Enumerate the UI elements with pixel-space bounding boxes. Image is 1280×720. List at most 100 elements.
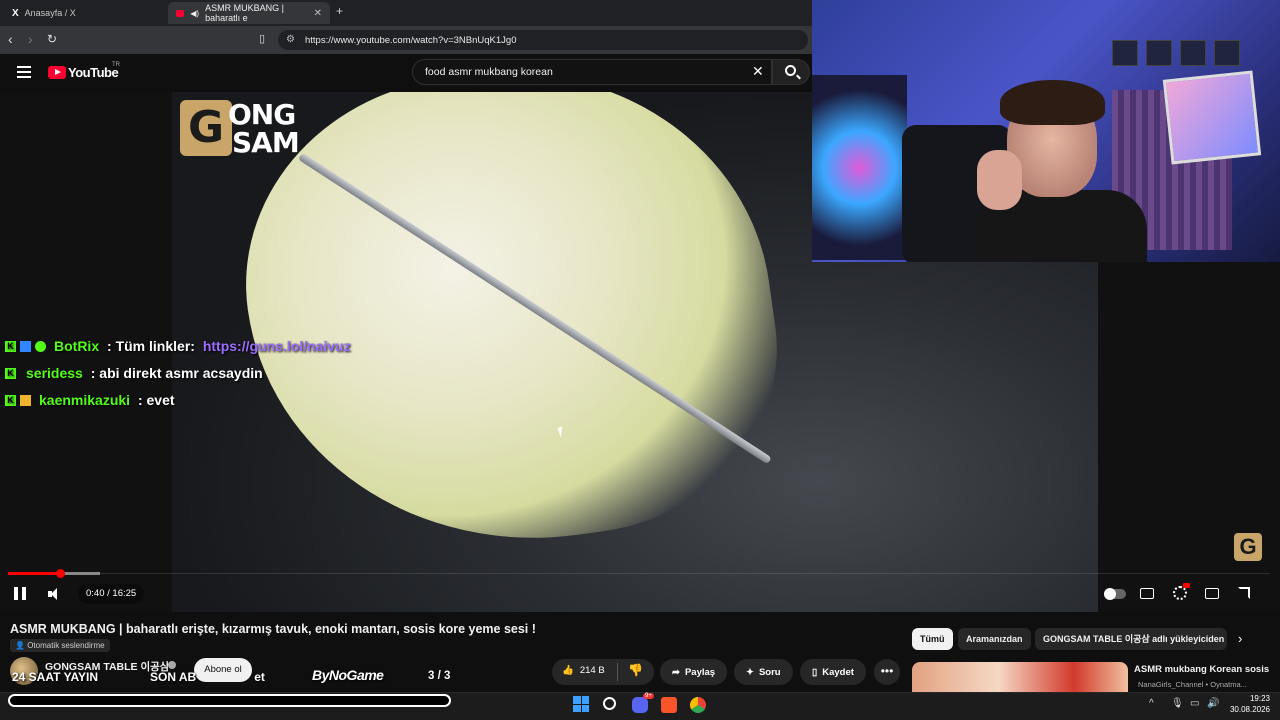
- hd-badge-icon: [1183, 583, 1190, 588]
- volume-icon[interactable]: [48, 588, 60, 600]
- banner-last-text: SON AB: [150, 670, 197, 684]
- miniplayer-icon[interactable]: [1205, 588, 1219, 599]
- crown-badge-icon: [20, 394, 31, 406]
- neon-poster: [812, 75, 907, 260]
- search-button[interactable]: [772, 59, 810, 85]
- url-field[interactable]: https://www.youtube.com/watch?v=3NBnUqK1…: [278, 30, 808, 50]
- chat-text: abi direkt asmr acsaydin: [99, 365, 263, 381]
- bot-badge-icon: [20, 340, 31, 352]
- auto-dub-label: 👤 Otomatik seslendirme: [10, 639, 110, 652]
- kick-icon: K: [5, 367, 16, 379]
- pause-icon[interactable]: [14, 587, 26, 600]
- thumbs-up-icon: 👍: [562, 665, 574, 676]
- bookmark-save-icon: ▯: [812, 666, 818, 678]
- like-count: 214 B: [579, 665, 605, 676]
- chat-username: kaenmikazuki: [39, 392, 131, 408]
- save-button[interactable]: ▯ Kaydet: [800, 659, 866, 685]
- gongsam-logo-bottom: SAM: [232, 126, 300, 159]
- youtube-logo-text[interactable]: YouTube: [68, 65, 119, 80]
- tab-x[interactable]: X Anasayfa / X: [4, 2, 166, 24]
- streamer-hair: [1000, 80, 1105, 125]
- tab-label: ASMR MUKBANG | baharatlı e: [205, 3, 284, 23]
- related-title[interactable]: ASMR mukbang Korean sosis: [1134, 664, 1269, 675]
- close-icon[interactable]: ✕: [314, 8, 322, 19]
- ask-label: Soru: [758, 666, 781, 678]
- anime-frame: [1162, 70, 1262, 165]
- sparkle-icon: ✦: [746, 666, 754, 678]
- chevron-right-icon[interactable]: ›: [1238, 631, 1242, 646]
- banner-last-tail: et: [254, 670, 265, 684]
- taskbar-search-icon[interactable]: [603, 697, 616, 710]
- chip-all[interactable]: Tümü: [912, 628, 953, 650]
- save-label: Kaydet: [822, 666, 854, 678]
- reload-icon[interactable]: ↻: [47, 32, 57, 46]
- verified-icon: [168, 661, 176, 669]
- chip-from-search[interactable]: Aramanızdan: [958, 628, 1031, 650]
- progress-played[interactable]: [8, 572, 60, 575]
- speaker-icon: ◀): [190, 8, 200, 18]
- speaker-tray-icon[interactable]: 🔊: [1207, 698, 1219, 709]
- webcam-overlay: [812, 0, 1280, 262]
- chat-text: Tüm linkler:: [115, 338, 199, 354]
- forward-icon[interactable]: ›: [28, 31, 33, 47]
- gongsam-logo-g: G: [180, 100, 232, 156]
- microphone-icon[interactable]: 🎙: [1171, 698, 1184, 709]
- subtitles-icon[interactable]: [1140, 588, 1154, 599]
- fullscreen-icon[interactable]: [1238, 587, 1250, 599]
- kick-icon: K: [5, 340, 16, 352]
- channel-watermark[interactable]: G: [1234, 533, 1262, 561]
- clock-date[interactable]: 30.08.2026: [1226, 705, 1270, 714]
- progress-bar-track[interactable]: [100, 573, 1270, 574]
- ask-button[interactable]: ✦ Soru: [734, 659, 793, 685]
- new-tab-button[interactable]: +: [336, 4, 343, 18]
- progress-scrubber[interactable]: [56, 569, 65, 578]
- chrome-icon[interactable]: [690, 697, 706, 713]
- chat-separator: :: [86, 365, 100, 381]
- share-label: Paylaş: [684, 666, 716, 678]
- display-icon[interactable]: ▭: [1190, 698, 1199, 709]
- chevron-up-icon[interactable]: ^: [1149, 698, 1154, 709]
- search-input[interactable]: food asmr mukbang korean: [412, 59, 772, 85]
- shelf: [1112, 40, 1272, 72]
- discord-badge: 9+: [643, 693, 654, 699]
- windows-start-icon[interactable]: [573, 696, 589, 712]
- chat-separator: :: [134, 392, 147, 408]
- chat-message: K seridess : abi direkt asmr acsaydin: [5, 365, 263, 381]
- menu-icon[interactable]: [17, 66, 31, 78]
- chat-message: K kaenmikazuki : evet: [5, 392, 175, 408]
- share-button[interactable]: ➦ Paylaş: [660, 659, 728, 685]
- like-button[interactable]: 👍 214 B: [562, 665, 605, 676]
- clear-search-icon[interactable]: ✕: [752, 63, 764, 80]
- related-thumbnail[interactable]: [912, 662, 1128, 696]
- search-icon: [785, 65, 796, 76]
- tab-youtube[interactable]: ◀) ASMR MUKBANG | baharatlı e ✕: [168, 2, 330, 24]
- dub-icon: 👤: [15, 641, 25, 650]
- brave-icon[interactable]: [661, 697, 677, 713]
- tab-label: Anasayfa / X: [24, 8, 76, 18]
- stream-banner-last: SON AB et: [150, 670, 265, 684]
- kick-icon: K: [5, 394, 16, 406]
- chat-username: BotRix: [54, 338, 100, 354]
- overlay-progress-bar: [8, 694, 451, 707]
- chip-from-uploader[interactable]: GONGSAM TABLE 이공삼 adlı yükleyiciden: [1035, 628, 1227, 650]
- time-display: 0:40 / 16:25: [78, 584, 145, 604]
- chat-link[interactable]: https://guns.lol/naivuz: [203, 338, 351, 354]
- related-channel[interactable]: NanaGirls_Channel • Oynatma...: [1138, 680, 1247, 689]
- discord-icon[interactable]: [632, 697, 648, 713]
- site-info-icon[interactable]: ⚙: [286, 34, 295, 45]
- auto-dub-text: Otomatik seslendirme: [27, 641, 105, 650]
- chat-text: evet: [146, 392, 175, 408]
- back-icon[interactable]: ‹: [8, 31, 13, 47]
- chat-username: seridess: [26, 365, 83, 381]
- clock-time[interactable]: 19:23: [1232, 694, 1270, 703]
- autoplay-toggle[interactable]: [1104, 588, 1126, 600]
- more-actions-button[interactable]: •••: [874, 659, 900, 685]
- chat-message: K BotRix : Tüm linkler: https://guns.lol…: [5, 338, 351, 354]
- region-code: TR: [112, 62, 120, 68]
- dislike-icon[interactable]: 👎: [628, 663, 643, 677]
- youtube-logo-icon[interactable]: [48, 66, 66, 79]
- settings-icon[interactable]: [1173, 586, 1187, 600]
- verified-badge-icon: [35, 340, 46, 352]
- bookmark-icon[interactable]: ▯: [259, 32, 265, 45]
- stream-banner-count: 3 / 3: [428, 670, 451, 682]
